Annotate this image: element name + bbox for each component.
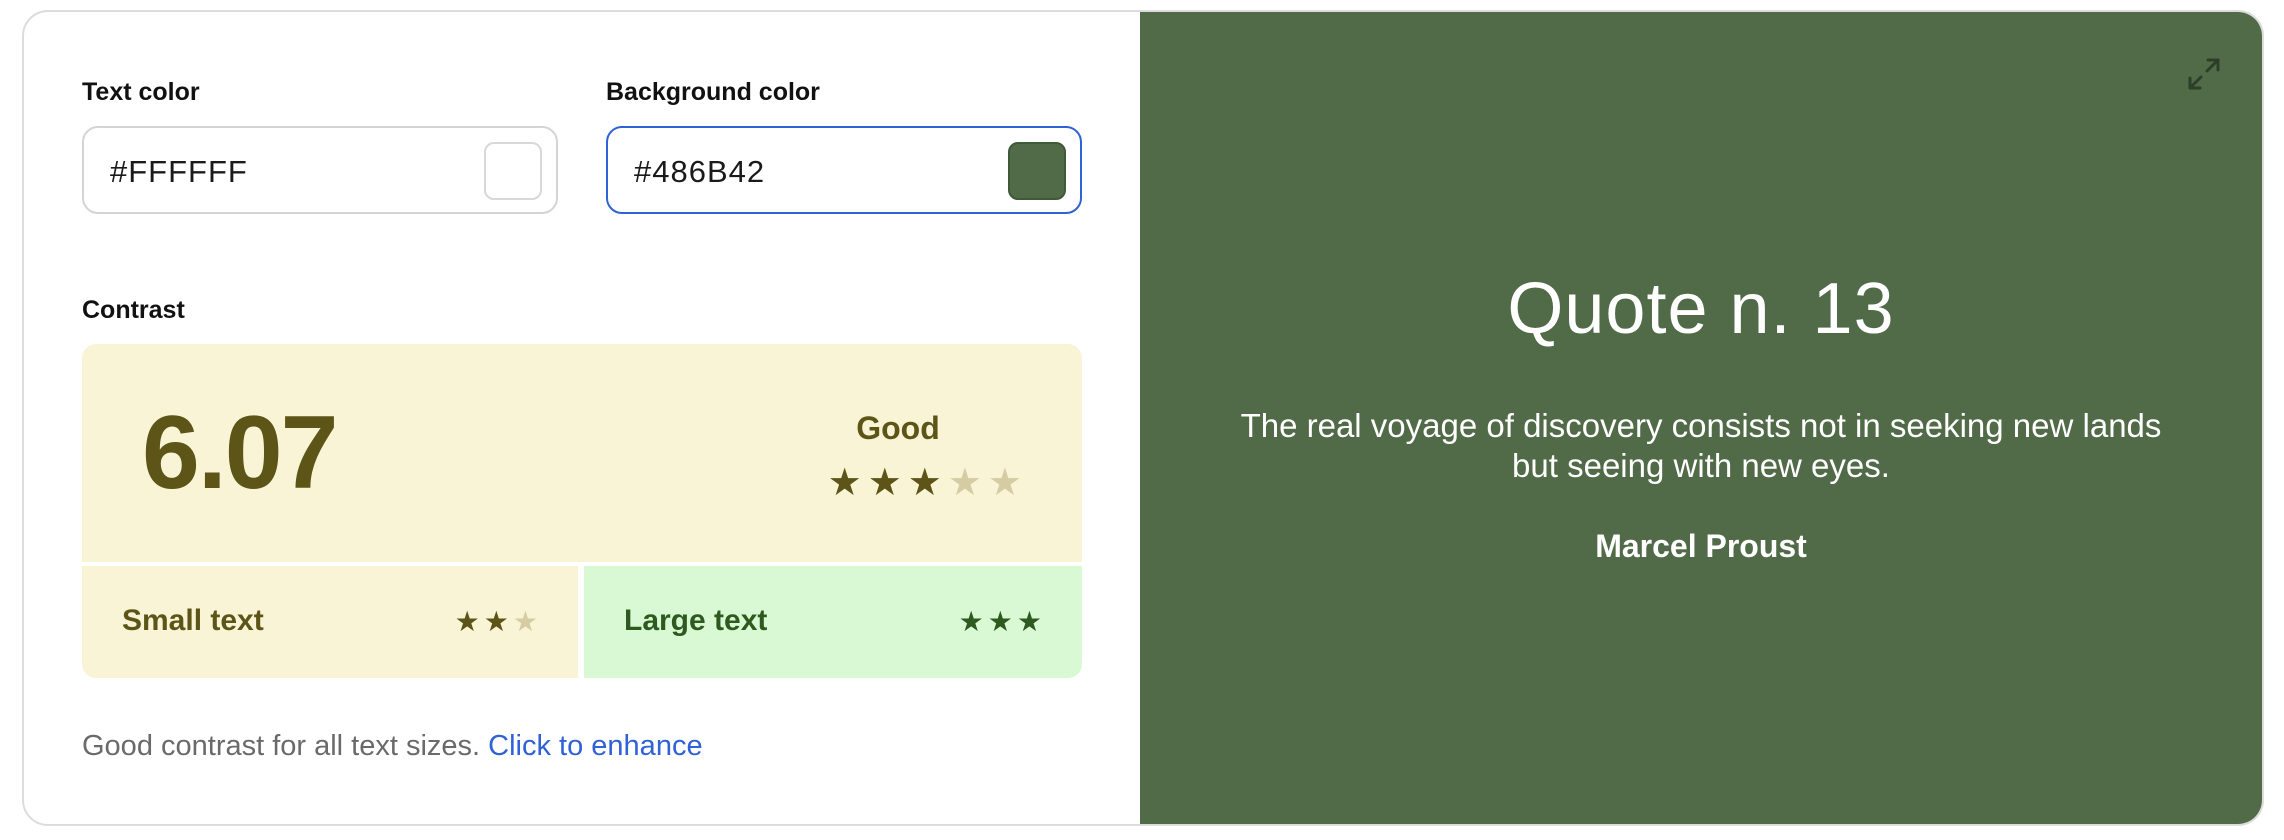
star-filled-icon: ★ <box>454 606 480 637</box>
quote-preview: Quote n. 13 The real voyage of discovery… <box>1140 12 2262 824</box>
star-filled-icon: ★ <box>827 462 862 504</box>
star-filled-icon: ★ <box>867 462 902 504</box>
text-color-input[interactable]: #FFFFFF <box>82 126 558 214</box>
large-text-stars: ★ ★ ★ <box>959 608 1042 636</box>
star-empty-icon: ★ <box>987 462 1022 504</box>
star-filled-icon: ★ <box>907 462 942 504</box>
star-empty-icon: ★ <box>512 606 538 637</box>
star-filled-icon: ★ <box>987 606 1013 637</box>
small-text-box: Small text ★ ★ ★ <box>82 566 578 678</box>
contrast-score-box: 6.07 Good ★ ★ ★ ★ ★ <box>82 344 1082 562</box>
star-filled-icon: ★ <box>1016 606 1042 637</box>
text-color-value[interactable]: #FFFFFF <box>110 154 248 190</box>
contrast-label: Contrast <box>82 296 185 324</box>
contrast-ratio: 6.07 <box>142 395 338 511</box>
background-color-label: Background color <box>606 78 820 106</box>
text-color-label: Text color <box>82 78 200 106</box>
contrast-checker-card: Text color #FFFFFF Background color #486… <box>22 10 2264 826</box>
small-text-label: Small text <box>122 604 264 637</box>
small-text-stars: ★ ★ ★ <box>455 608 538 636</box>
background-color-value[interactable]: #486B42 <box>634 154 765 190</box>
text-color-swatch[interactable] <box>484 142 542 200</box>
rating-stars: ★ ★ ★ ★ ★ <box>828 464 1022 502</box>
rating-label: Good <box>856 410 940 446</box>
large-text-box: Large text ★ ★ ★ <box>584 566 1082 678</box>
background-color-swatch[interactable] <box>1008 142 1066 200</box>
star-filled-icon: ★ <box>958 606 984 637</box>
quote-title: Quote n. 13 <box>1507 269 1895 349</box>
large-text-label: Large text <box>624 604 768 637</box>
contrast-message-text: Good contrast for all text sizes. <box>82 730 489 762</box>
contrast-panel: 6.07 Good ★ ★ ★ ★ ★ Small text ★ ★ ★ Large tex… <box>82 344 1082 680</box>
editor-panel: Text color #FFFFFF Background color #486… <box>24 12 1140 824</box>
star-filled-icon: ★ <box>483 606 509 637</box>
contrast-message: Good contrast for all text sizes. Click … <box>82 730 703 763</box>
background-color-input[interactable]: #486B42 <box>606 126 1082 214</box>
quote-author: Marcel Proust <box>1595 528 1807 564</box>
quote-text: The real voyage of discovery consists no… <box>1240 407 2162 484</box>
star-empty-icon: ★ <box>947 462 982 504</box>
contrast-rating: Good <box>788 410 1008 447</box>
enhance-link[interactable]: Click to enhance <box>488 730 702 762</box>
expand-icon[interactable] <box>2184 54 2224 94</box>
